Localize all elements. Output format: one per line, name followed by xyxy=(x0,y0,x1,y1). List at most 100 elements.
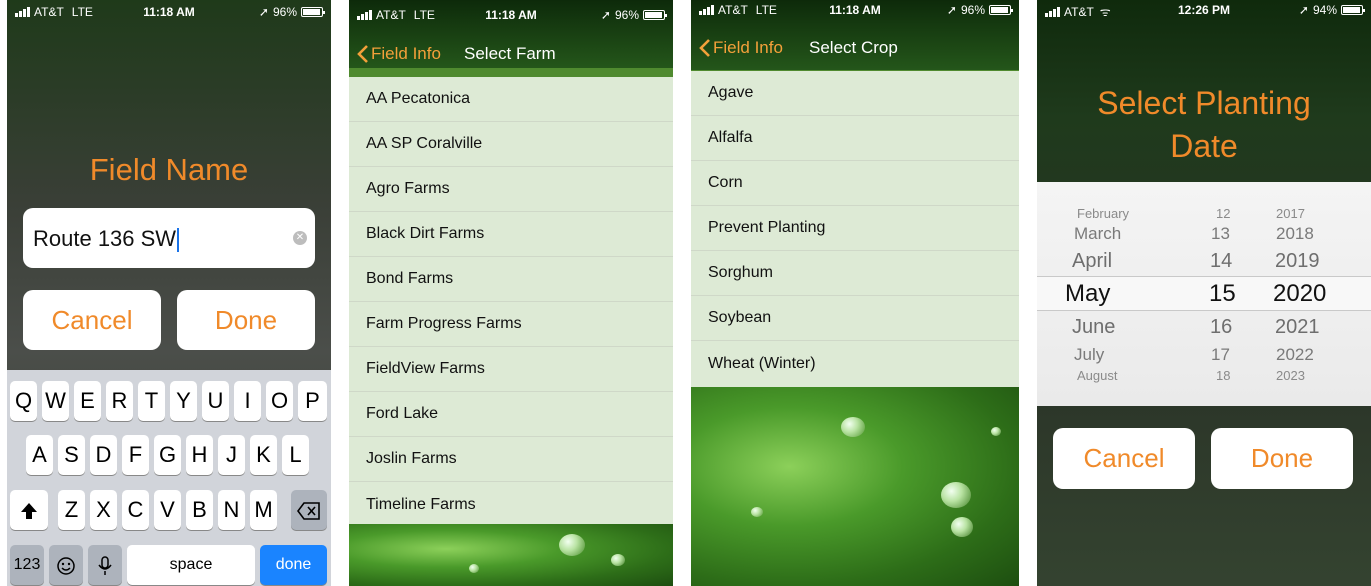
key-k[interactable]: K xyxy=(250,435,277,475)
list-item[interactable]: AA Pecatonica xyxy=(349,77,673,122)
battery-percent: 96% xyxy=(272,5,297,19)
list-item[interactable]: Farm Progress Farms xyxy=(349,302,673,347)
battery-icon xyxy=(989,5,1013,15)
location-icon: ➚ xyxy=(600,8,611,22)
list-item[interactable]: Ford Lake xyxy=(349,392,673,437)
chevron-left-icon xyxy=(699,39,710,57)
list-item[interactable]: Corn xyxy=(691,161,1019,206)
list-item[interactable]: Bond Farms xyxy=(349,257,673,302)
key-x[interactable]: X xyxy=(90,490,117,530)
list-item[interactable]: AA SP Coralville xyxy=(349,122,673,167)
key-n[interactable]: N xyxy=(218,490,245,530)
key-m[interactable]: M xyxy=(250,490,277,530)
leaf-background xyxy=(349,524,673,586)
back-button[interactable]: Field Info xyxy=(699,38,783,58)
water-drop xyxy=(611,554,625,566)
picker-day: 14 xyxy=(1210,250,1233,272)
emoji-key[interactable] xyxy=(49,545,83,585)
key-i[interactable]: I xyxy=(234,381,261,421)
picker-year: 2022 xyxy=(1276,345,1314,364)
list-item[interactable]: Agro Farms xyxy=(349,167,673,212)
key-z[interactable]: Z xyxy=(58,490,85,530)
key-l[interactable]: L xyxy=(282,435,309,475)
key-g[interactable]: G xyxy=(154,435,181,475)
keyboard-done-key[interactable]: done xyxy=(260,545,327,585)
nav-bar: AT&T LTE 11:18 AM ➚ 96% Field Info Selec… xyxy=(349,0,673,68)
field-name-input[interactable]: Route 136 SW ✕ xyxy=(23,208,315,268)
list-item[interactable]: FieldView Farms xyxy=(349,347,673,392)
list-item[interactable]: Sorghum xyxy=(691,251,1019,296)
select-farm-screen: AT&T LTE 11:18 AM ➚ 96% Field Info Selec… xyxy=(349,0,673,586)
key-p[interactable]: P xyxy=(298,381,327,421)
shift-icon xyxy=(21,503,37,520)
title-line-2: Date xyxy=(1170,128,1238,164)
battery-icon xyxy=(643,10,667,20)
key-e[interactable]: E xyxy=(74,381,101,421)
water-drop xyxy=(469,564,479,573)
battery-percent: 96% xyxy=(614,8,639,22)
picker-month: April xyxy=(1072,250,1113,272)
nav-bar: AT&T LTE 11:18 AM ➚ 96% Field Info Selec… xyxy=(691,0,1019,70)
clear-text-icon[interactable]: ✕ xyxy=(293,231,307,245)
picker-year: 2018 xyxy=(1276,224,1314,243)
picker-month-selected: May xyxy=(1065,280,1111,307)
page-title: Select Farm xyxy=(464,44,556,63)
list-item[interactable]: Alfalfa xyxy=(691,116,1019,161)
key-s[interactable]: S xyxy=(58,435,85,475)
water-drop xyxy=(991,427,1001,436)
picker-day: 17 xyxy=(1211,345,1230,364)
key-w[interactable]: W xyxy=(42,381,69,421)
key-d[interactable]: D xyxy=(90,435,117,475)
key-h[interactable]: H xyxy=(186,435,213,475)
picker-day-selected: 15 xyxy=(1209,280,1236,307)
list-item[interactable]: Black Dirt Farms xyxy=(349,212,673,257)
list-item[interactable]: Soybean xyxy=(691,296,1019,341)
cancel-button[interactable]: Cancel xyxy=(1053,428,1195,489)
backspace-key[interactable] xyxy=(291,490,327,530)
battery-percent: 94% xyxy=(1312,3,1337,17)
list-item[interactable]: Agave xyxy=(691,71,1019,116)
backspace-icon xyxy=(297,502,320,520)
space-key[interactable]: space xyxy=(127,545,255,585)
key-v[interactable]: V xyxy=(154,490,181,530)
key-j[interactable]: J xyxy=(218,435,245,475)
picker-year: 2019 xyxy=(1275,250,1320,272)
done-button[interactable]: Done xyxy=(177,290,315,350)
picker-year: 2021 xyxy=(1275,316,1320,338)
water-drop xyxy=(751,507,763,517)
water-drop xyxy=(941,482,971,508)
key-a[interactable]: A xyxy=(26,435,53,475)
key-o[interactable]: O xyxy=(266,381,293,421)
key-r[interactable]: R xyxy=(106,381,133,421)
chevron-left-icon xyxy=(357,45,368,63)
done-button[interactable]: Done xyxy=(1211,428,1353,489)
key-u[interactable]: U xyxy=(202,381,229,421)
shift-key[interactable] xyxy=(10,490,48,530)
title-line-1: Select Planting xyxy=(1097,85,1311,121)
location-icon: ➚ xyxy=(1298,3,1309,17)
dictation-key[interactable] xyxy=(88,545,122,585)
picker-month: June xyxy=(1072,316,1116,338)
list-item[interactable]: Timeline Farms xyxy=(349,482,673,527)
list-item[interactable]: Wheat (Winter) xyxy=(691,341,1019,386)
key-q[interactable]: Q xyxy=(10,381,37,421)
picker-month: July xyxy=(1074,345,1105,364)
picker-day: 18 xyxy=(1216,368,1231,383)
list-item[interactable]: Joslin Farms xyxy=(349,437,673,482)
numbers-key[interactable]: 123 xyxy=(10,545,44,585)
water-drop xyxy=(951,517,973,537)
status-bar: AT&T LTE 11:18 AM ➚ 96% xyxy=(691,0,1019,22)
picker-month: August xyxy=(1077,368,1118,383)
status-bar: AT&T ᯤ 12:26 PM ➚ 94% xyxy=(1037,0,1371,22)
date-picker[interactable]: February 12 2017 March 13 2018 April 14 … xyxy=(1037,182,1371,406)
list-item[interactable]: Prevent Planting xyxy=(691,206,1019,251)
key-t[interactable]: T xyxy=(138,381,165,421)
key-f[interactable]: F xyxy=(122,435,149,475)
water-drop xyxy=(559,534,585,556)
status-bar: AT&T LTE 11:18 AM ➚ 96% xyxy=(7,0,331,24)
cancel-button[interactable]: Cancel xyxy=(23,290,161,350)
key-y[interactable]: Y xyxy=(170,381,197,421)
back-button[interactable]: Field Info xyxy=(357,44,441,64)
key-c[interactable]: C xyxy=(122,490,149,530)
key-b[interactable]: B xyxy=(186,490,213,530)
